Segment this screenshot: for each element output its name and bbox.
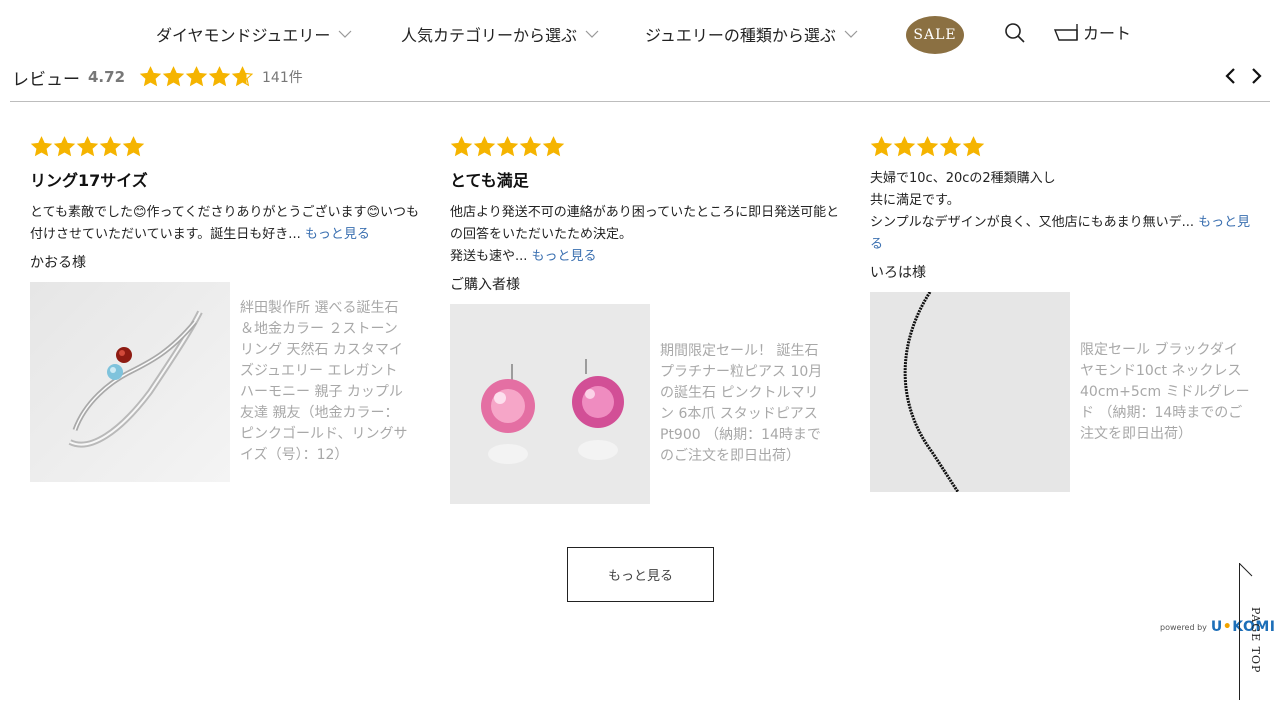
- product-link[interactable]: 限定セール ブラックダイヤモンド10ct ネックレス 40cm+5cm ミドルグ…: [870, 292, 1260, 492]
- star-icon: [962, 136, 985, 157]
- nav-item-label: 人気カテゴリーから選ぶ: [401, 26, 578, 45]
- nav-item-label: ダイヤモンドジュエリー: [156, 26, 331, 45]
- star-icon: [99, 136, 122, 157]
- read-more-link[interactable]: もっと見る: [305, 227, 370, 242]
- product-name[interactable]: 期間限定セール！ 誕生石 プラチナー粒ピアス 10月の誕生石 ピンクトルマリン …: [660, 341, 830, 467]
- top-nav: ダイヤモンドジュエリー 人気カテゴリーから選ぶ ジュエリーの種類から選ぶ SAL…: [0, 0, 1280, 66]
- sale-button[interactable]: SALE: [906, 16, 964, 54]
- summary-divider: [10, 101, 1270, 102]
- search-icon[interactable]: [1003, 21, 1027, 45]
- star-icon: [473, 136, 496, 157]
- star-icon: [916, 136, 939, 157]
- star-icon: [53, 136, 76, 157]
- star-icon: [450, 136, 473, 157]
- review-card: とても満足 他店より発送不可の連絡があり困っていたところに即日発送可能との回答を…: [450, 136, 840, 504]
- cart-label: カート: [1083, 24, 1132, 43]
- next-arrow-icon[interactable]: [1248, 66, 1266, 86]
- cart-icon: [1053, 24, 1078, 41]
- review-summary: レビュー 4.72 141件: [12, 64, 303, 90]
- nav-item-diamond-jewelry[interactable]: ダイヤモンドジュエリー: [156, 22, 352, 46]
- star-icon: [185, 66, 208, 87]
- star-icon: [162, 66, 185, 87]
- read-more-link[interactable]: もっと見る: [532, 249, 597, 264]
- reviewer-name: ご購入者様: [450, 277, 520, 293]
- page-top-label: PAGE TOP: [1249, 607, 1262, 674]
- product-name[interactable]: 絆田製作所 選べる誕生石＆地金カラー ２ストーンリング 天然石 カスタマイズジュ…: [240, 298, 410, 466]
- review-text: 他店より発送不可の連絡があり困っていたところに即日発送可能との回答をいただいたた…: [450, 205, 840, 264]
- show-more-button[interactable]: もっと見る: [567, 547, 714, 602]
- review-text: 夫婦で10c、20cの2種類購入し 共に満足です。 シンプルなデザインが良く、又…: [870, 171, 1195, 230]
- star-icon: [496, 136, 519, 157]
- star-icon: [76, 136, 99, 157]
- reviewer-name: いろは様: [870, 265, 926, 281]
- cart-button[interactable]: カート: [1053, 20, 1131, 44]
- review-card: リング17サイズ とても素敵でした😊作ってくださりありがとうございます😊いつも付…: [30, 136, 420, 482]
- star-icon: [939, 136, 962, 157]
- chevron-down-icon: [844, 30, 858, 38]
- average-score: 4.72: [88, 68, 126, 86]
- product-link[interactable]: 期間限定セール！ 誕生石 プラチナー粒ピアス 10月の誕生石 ピンクトルマリン …: [450, 304, 840, 504]
- star-icon: [542, 136, 565, 157]
- review-body: とても素敵でした😊作ってくださりありがとうございます😊いつも付けさせていただいて…: [30, 202, 420, 246]
- star-icon: [208, 66, 231, 87]
- product-image-necklace[interactable]: [870, 292, 1070, 492]
- review-stars: [870, 136, 1260, 158]
- nav-item-jewelry-type[interactable]: ジュエリーの種類から選ぶ: [645, 22, 858, 46]
- product-image-earrings[interactable]: [450, 304, 650, 504]
- product-image-ring[interactable]: [30, 282, 230, 482]
- powered-by-label: powered by: [1160, 622, 1207, 632]
- review-title: とても満足: [450, 171, 529, 190]
- page-top-arrow-icon: [1239, 563, 1253, 577]
- star-icon: [122, 136, 145, 157]
- review-body: 他店より発送不可の連絡があり困っていたところに即日発送可能との回答をいただいたた…: [450, 202, 840, 268]
- star-icon: [139, 66, 162, 87]
- review-title: リング17サイズ: [30, 171, 148, 190]
- page-top-line: [1239, 563, 1240, 700]
- reviewer-name: かおる様: [30, 255, 86, 271]
- average-rating-stars: [139, 66, 254, 88]
- product-link[interactable]: 絆田製作所 選べる誕生石＆地金カラー ２ストーンリング 天然石 カスタマイズジュ…: [30, 282, 420, 482]
- previous-arrow-icon[interactable]: [1221, 66, 1239, 86]
- chevron-down-icon: [585, 30, 599, 38]
- nav-item-popular-category[interactable]: 人気カテゴリーから選ぶ: [401, 22, 599, 46]
- chevron-down-icon: [338, 30, 352, 38]
- star-icon: [30, 136, 53, 157]
- review-card: 夫婦で10c、20cの2種類購入し 共に満足です。 シンプルなデザインが良く、又…: [870, 136, 1260, 492]
- review-body: 夫婦で10c、20cの2種類購入し 共に満足です。 シンプルなデザインが良く、又…: [870, 168, 1260, 256]
- star-icon: [893, 136, 916, 157]
- review-stars: [30, 136, 420, 158]
- star-icon: [231, 66, 254, 87]
- page-top-button[interactable]: PAGE TOP: [1238, 563, 1268, 700]
- star-icon: [519, 136, 542, 157]
- product-name[interactable]: 限定セール ブラックダイヤモンド10ct ネックレス 40cm+5cm ミドルグ…: [1080, 340, 1250, 445]
- nav-item-label: ジュエリーの種類から選ぶ: [645, 26, 836, 45]
- star-icon: [870, 136, 893, 157]
- review-count: 141件: [262, 70, 303, 86]
- review-heading: レビュー: [12, 69, 80, 90]
- review-stars: [450, 136, 840, 158]
